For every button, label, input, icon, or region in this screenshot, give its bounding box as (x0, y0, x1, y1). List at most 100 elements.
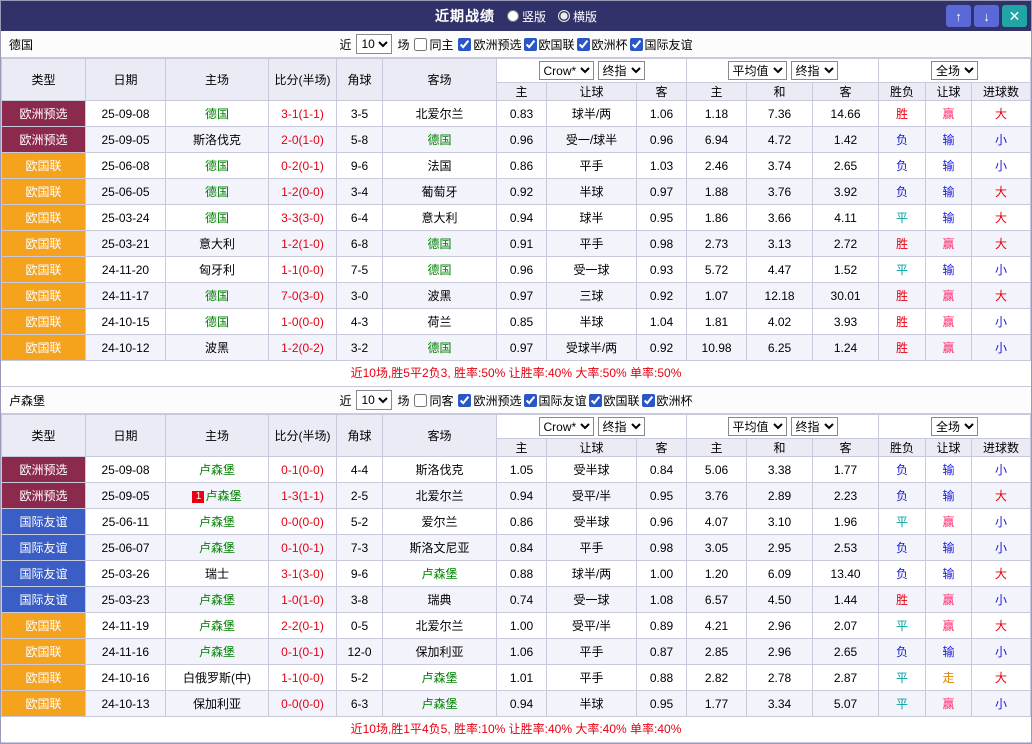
layout-horizontal-radio-input[interactable] (558, 10, 570, 22)
competition-checkbox[interactable] (642, 394, 655, 407)
match-score: 0-0(0-0) (269, 509, 337, 535)
match-count-select[interactable]: 10 (356, 34, 392, 54)
titlebar-buttons: ↑ ↓ ✕ (946, 5, 1027, 27)
avg-home-odds: 3.76 (687, 483, 747, 509)
away-team-name[interactable]: 德国 (427, 341, 451, 355)
competition-checkbox[interactable] (458, 394, 471, 407)
away-team: 保加利亚 (383, 639, 497, 665)
match-row: 国际友谊25-03-23卢森堡1-0(1-0)3-8瑞典0.74受一球1.086… (2, 587, 1031, 613)
away-team-name[interactable]: 卢森堡 (421, 567, 457, 581)
competition-checkbox[interactable] (524, 394, 537, 407)
away-team-name[interactable]: 德国 (427, 263, 451, 277)
competition-checkbox[interactable] (589, 394, 602, 407)
match-date: 24-11-20 (86, 257, 166, 283)
avg-away-odds: 2.65 (813, 639, 879, 665)
home-team-name[interactable]: 卢森堡 (199, 593, 235, 607)
away-team-name[interactable]: 卢森堡 (421, 671, 457, 685)
home-team: 斯洛伐克 (166, 127, 269, 153)
result-outcome: 胜 (879, 231, 926, 257)
same-venue-checkbox[interactable] (414, 38, 427, 51)
competition-filter[interactable]: 欧国联 (589, 392, 640, 409)
avg-draw-odds: 6.09 (747, 561, 813, 587)
away-team: 斯洛文尼亚 (383, 535, 497, 561)
home-team-name[interactable]: 德国 (205, 315, 229, 329)
same-venue-checkbox[interactable] (414, 394, 427, 407)
layout-horizontal-radio[interactable]: 横版 (558, 8, 597, 25)
avg-home-odds: 1.77 (687, 691, 747, 717)
avg-draw-odds: 2.96 (747, 613, 813, 639)
handicap-line: 球半/两 (547, 561, 637, 587)
competition-label: 欧洲预选 (473, 36, 521, 53)
home-team: 德国 (166, 153, 269, 179)
scroll-down-button[interactable]: ↓ (974, 5, 999, 27)
competition-filter[interactable]: 欧洲预选 (458, 36, 521, 53)
competition-checkbox[interactable] (630, 38, 643, 51)
away-team-name[interactable]: 德国 (427, 237, 451, 251)
handicap-line: 平手 (547, 153, 637, 179)
competition-filter[interactable]: 欧洲杯 (642, 392, 693, 409)
stage-select-2[interactable]: 终指 (791, 417, 838, 436)
competition-filter[interactable]: 欧洲杯 (577, 36, 628, 53)
result-handicap: 输 (926, 561, 972, 587)
col-header-outcome: 胜负 (879, 439, 926, 457)
home-team-name[interactable]: 卢森堡 (205, 489, 241, 503)
layout-vertical-radio-input[interactable] (507, 10, 519, 22)
col-header-type: 类型 (2, 59, 86, 101)
away-team-name[interactable]: 卢森堡 (421, 697, 457, 711)
avg-home-odds: 1.88 (687, 179, 747, 205)
home-team-name[interactable]: 德国 (205, 107, 229, 121)
average-select[interactable]: 平均值 (728, 417, 787, 436)
stage-select[interactable]: 终指 (598, 61, 645, 80)
home-team-name[interactable]: 卢森堡 (199, 541, 235, 555)
competition-filter[interactable]: 欧洲预选 (458, 392, 521, 409)
fulltime-select[interactable]: 全场 (931, 61, 978, 80)
away-team-name[interactable]: 德国 (427, 133, 451, 147)
home-team-name[interactable]: 卢森堡 (199, 645, 235, 659)
home-team-name[interactable]: 卢森堡 (199, 463, 235, 477)
bookmaker-select[interactable]: Crow* (539, 61, 594, 80)
col-header-away: 客场 (383, 415, 497, 457)
avg-draw-odds: 3.13 (747, 231, 813, 257)
result-goals: 大 (972, 613, 1031, 639)
same-venue-filter[interactable]: 同主 (414, 36, 453, 53)
result-goals: 大 (972, 665, 1031, 691)
home-team-name[interactable]: 德国 (205, 211, 229, 225)
competition-filter[interactable]: 欧国联 (524, 36, 575, 53)
col-header-hcp-away: 客 (637, 83, 687, 101)
result-outcome: 负 (879, 535, 926, 561)
avg-home-odds: 2.85 (687, 639, 747, 665)
competition-filter[interactable]: 国际友谊 (524, 392, 587, 409)
bookmaker-select[interactable]: Crow* (539, 417, 594, 436)
home-team-name[interactable]: 德国 (205, 185, 229, 199)
average-select[interactable]: 平均值 (728, 61, 787, 80)
col-header-avg-draw: 和 (747, 439, 813, 457)
competition-checkbox[interactable] (524, 38, 537, 51)
home-team-name[interactable]: 德国 (205, 159, 229, 173)
recent-label: 近 (339, 36, 351, 53)
away-team: 北爱尔兰 (383, 613, 497, 639)
result-handicap: 输 (926, 127, 972, 153)
home-team-name[interactable]: 卢森堡 (199, 515, 235, 529)
stage-select[interactable]: 终指 (598, 417, 645, 436)
same-venue-filter[interactable]: 同客 (414, 392, 453, 409)
competition-filter[interactable]: 国际友谊 (630, 36, 693, 53)
home-team-name[interactable]: 卢森堡 (199, 619, 235, 633)
close-icon[interactable]: ✕ (1002, 5, 1027, 27)
corner-score: 3-2 (337, 335, 383, 361)
competition-checkbox[interactable] (458, 38, 471, 51)
home-team-name[interactable]: 德国 (205, 289, 229, 303)
home-team: 德国 (166, 101, 269, 127)
scroll-up-button[interactable]: ↑ (946, 5, 971, 27)
table-header-group-row: 类型 日期 主场 比分(半场) 角球 客场 Crow*终指 平均值终指 全场 (2, 415, 1031, 439)
fulltime-select[interactable]: 全场 (931, 417, 978, 436)
layout-vertical-radio[interactable]: 竖版 (507, 8, 546, 25)
match-date: 24-10-15 (86, 309, 166, 335)
col-header-avg-home: 主 (687, 439, 747, 457)
section-luxembourg: 卢森堡 近 10 场 同客 欧洲预选国际友谊欧国联欧洲杯 类型 日期 (1, 387, 1031, 743)
stage-select-2[interactable]: 终指 (791, 61, 838, 80)
match-count-select[interactable]: 10 (356, 390, 392, 410)
competition-type: 欧国联 (2, 613, 86, 639)
avg-draw-odds: 12.18 (747, 283, 813, 309)
competition-checkbox[interactable] (577, 38, 590, 51)
result-goals: 小 (972, 309, 1031, 335)
